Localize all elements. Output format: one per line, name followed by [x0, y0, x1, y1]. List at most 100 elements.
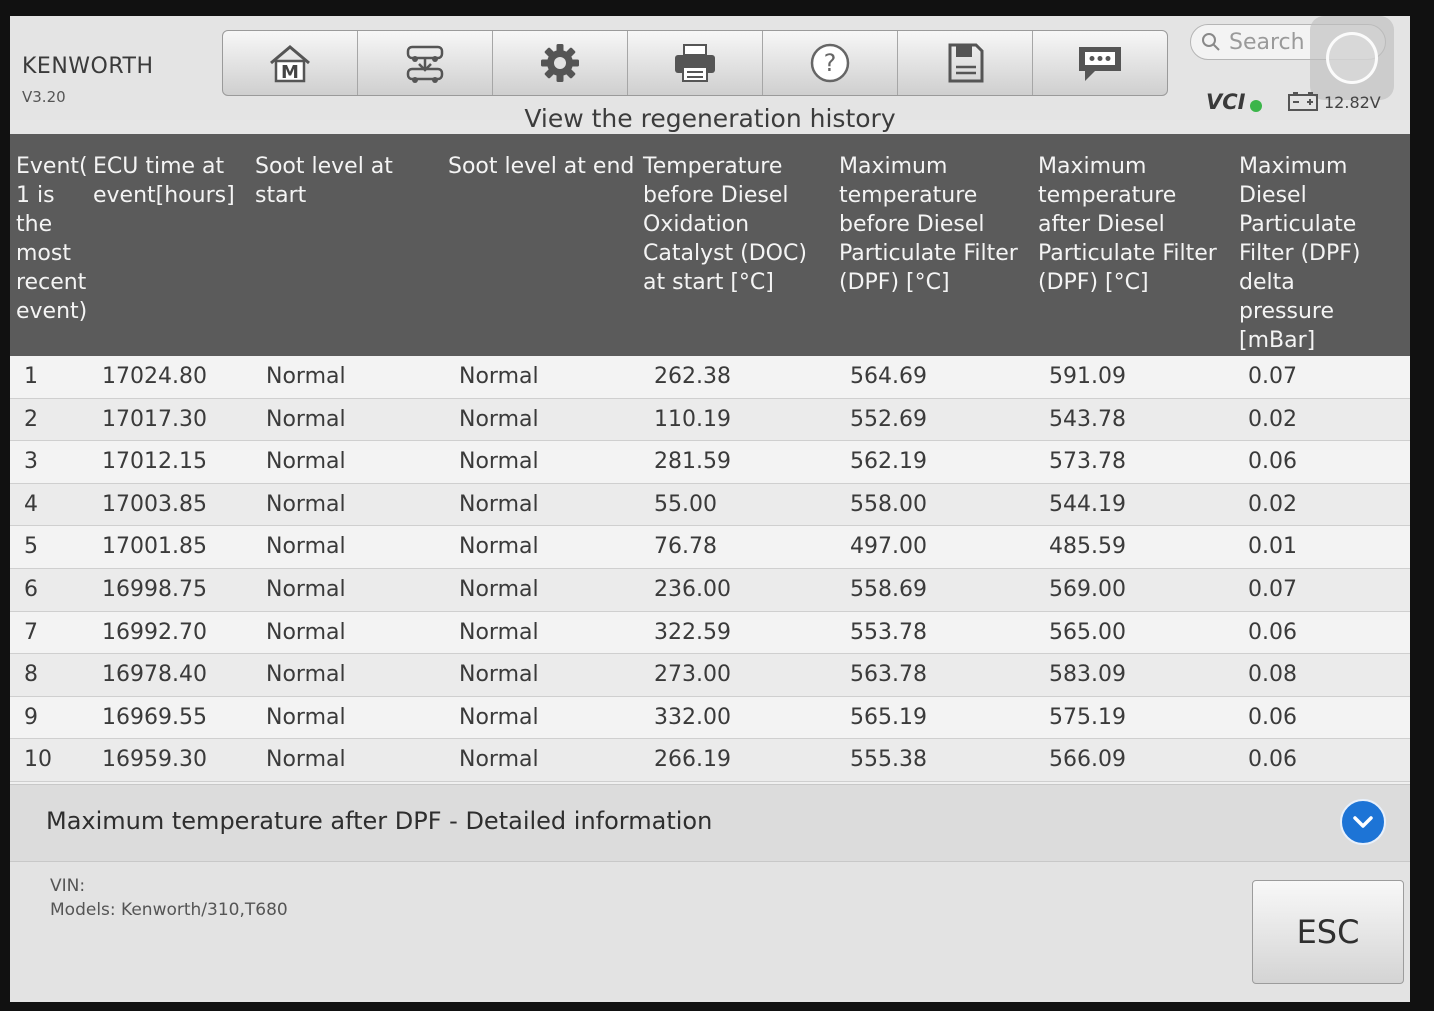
cell-max-temp-after-dpf: 569.00: [1049, 577, 1126, 602]
cell-dpf-delta-pressure: 0.06: [1248, 704, 1297, 730]
chat-icon: [1079, 47, 1121, 81]
cell-soot-start: Normal: [266, 406, 346, 432]
printer-icon: [675, 44, 715, 82]
cell-event-number: 10: [24, 747, 52, 773]
cell-max-temp-after-dpf: 573.78: [1049, 449, 1126, 475]
table-row[interactable]: 5 17001.85 Normal Normal 76.78 497.00 485.59 0.…: [10, 526, 1410, 569]
cell-ecu-time: 17003.85: [102, 491, 207, 517]
cell-soot-end: Normal: [459, 449, 539, 475]
cell-max-temp-after-dpf: 591.09: [1049, 364, 1126, 389]
cell-ecu-time: 17024.80: [102, 364, 207, 389]
message-button[interactable]: [1033, 31, 1167, 95]
cell-max-temp-before-dpf: 555.38: [850, 747, 927, 773]
footer: VIN: Models: Kenworth/310,T680 ESC: [10, 862, 1410, 1002]
table-body: 1 17024.80 Normal Normal 262.38 564.69 591.09 0…: [10, 356, 1410, 784]
cell-max-temp-after-dpf: 543.78: [1049, 406, 1126, 432]
cell-soot-end: Normal: [459, 534, 539, 560]
table-row[interactable]: 2 17017.30 Normal Normal 110.19 552.69 543.78 0…: [10, 398, 1410, 442]
cell-max-temp-before-dpf: 564.69: [850, 364, 927, 389]
cell-ecu-time: 16959.30: [102, 747, 207, 773]
cell-ecu-time: 17001.85: [102, 534, 207, 560]
settings-button[interactable]: [493, 31, 628, 95]
cell-ecu-time: 16998.75: [102, 577, 207, 602]
cell-max-temp-after-dpf: 544.19: [1049, 491, 1126, 517]
cell-soot-end: Normal: [459, 364, 539, 389]
cell-event-number: 1: [24, 364, 38, 389]
table-row[interactable]: 7 16992.70 Normal Normal 322.59 553.78 565.00 0…: [10, 611, 1410, 655]
save-button[interactable]: [898, 31, 1033, 95]
vehicle-brand: KENWORTH: [22, 54, 154, 79]
cell-soot-start: Normal: [266, 747, 346, 773]
cell-event-number: 5: [24, 534, 38, 560]
cell-dpf-delta-pressure: 0.07: [1248, 577, 1297, 602]
chevron-down-icon: [1353, 816, 1373, 828]
cell-ecu-time: 16992.70: [102, 619, 207, 645]
cell-event-number: 4: [24, 491, 38, 517]
table-row[interactable]: 1 17024.80 Normal Normal 262.38 564.69 591.09 0…: [10, 356, 1410, 399]
floating-assist-button[interactable]: [1310, 16, 1394, 100]
cell-soot-start: Normal: [266, 577, 346, 602]
column-header-max-temp-before-dpf: Maximum temperature before Diesel Partic…: [839, 154, 1018, 295]
cell-max-temp-before-dpf: 563.78: [850, 662, 927, 688]
column-header-doc-temp: Temperature before Diesel Oxidation Cata…: [643, 154, 807, 295]
cell-doc-temp: 273.00: [654, 662, 731, 688]
search-placeholder: Search: [1229, 29, 1305, 55]
cell-soot-start: Normal: [266, 534, 346, 560]
table-row[interactable]: 9 16969.55 Normal Normal 332.00 565.19 575.19 0…: [10, 696, 1410, 740]
table-row[interactable]: 8 16978.40 Normal Normal 273.00 563.78 583.09 0…: [10, 654, 1410, 697]
toolbar: M ?: [222, 30, 1168, 96]
save-icon: [948, 43, 984, 83]
esc-button[interactable]: ESC: [1252, 880, 1404, 984]
cell-soot-end: Normal: [459, 704, 539, 730]
print-button[interactable]: [628, 31, 763, 95]
cell-dpf-delta-pressure: 0.08: [1248, 662, 1297, 688]
cell-doc-temp: 281.59: [654, 449, 731, 475]
table-row[interactable]: 4 17003.85 Normal Normal 55.00 558.00 544.19 0.…: [10, 483, 1410, 527]
cell-event-number: 7: [24, 619, 38, 645]
cell-soot-end: Normal: [459, 577, 539, 602]
cell-max-temp-before-dpf: 565.19: [850, 704, 927, 730]
cell-doc-temp: 262.38: [654, 364, 731, 389]
cell-ecu-time: 16969.55: [102, 704, 207, 730]
help-button[interactable]: ?: [763, 31, 898, 95]
column-header-dpf-delta-pressure: Maximum Diesel Particulate Filter (DPF) …: [1239, 154, 1361, 353]
assist-ring-icon: [1326, 32, 1378, 84]
cell-max-temp-before-dpf: 562.19: [850, 449, 927, 475]
cell-max-temp-after-dpf: 583.09: [1049, 662, 1126, 688]
cell-dpf-delta-pressure: 0.01: [1248, 534, 1297, 560]
table-row[interactable]: 6 16998.75 Normal Normal 236.00 558.69 569.00 0…: [10, 569, 1410, 612]
cell-doc-temp: 332.00: [654, 704, 731, 730]
table-row[interactable]: 3 17012.15 Normal Normal 281.59 562.19 573.78 0…: [10, 441, 1410, 484]
cell-max-temp-before-dpf: 553.78: [850, 619, 927, 645]
models-label: Models: Kenworth/310,T680: [50, 900, 288, 920]
column-header-event: Event( 1 is the most recent event): [16, 154, 88, 324]
home-button[interactable]: M: [223, 31, 358, 95]
cell-soot-end: Normal: [459, 491, 539, 517]
cell-max-temp-after-dpf: 575.19: [1049, 704, 1126, 730]
table-row[interactable]: 10 16959.30 Normal Normal 266.19 555.38 566.09…: [10, 739, 1410, 782]
cell-dpf-delta-pressure: 0.02: [1248, 406, 1297, 432]
cell-doc-temp: 110.19: [654, 406, 731, 432]
home-m-icon: M: [270, 45, 310, 83]
cell-doc-temp: 236.00: [654, 577, 731, 602]
cell-max-temp-after-dpf: 485.59: [1049, 534, 1126, 560]
cell-soot-end: Normal: [459, 406, 539, 432]
expand-detail-button[interactable]: [1340, 799, 1386, 845]
cell-dpf-delta-pressure: 0.02: [1248, 491, 1297, 517]
cell-soot-start: Normal: [266, 364, 346, 389]
cell-doc-temp: 266.19: [654, 747, 731, 773]
top-bar: KENWORTH V3.20 M ? Search VCI 12.82V Vie…: [10, 16, 1410, 133]
cell-event-number: 9: [24, 704, 38, 730]
search-icon: [1202, 33, 1220, 51]
vin-label: VIN:: [50, 876, 86, 896]
cell-soot-start: Normal: [266, 491, 346, 517]
vehicle-swap-button[interactable]: [358, 31, 493, 95]
detail-info-bar[interactable]: Maximum temperature after DPF - Detailed…: [10, 784, 1410, 862]
cell-doc-temp: 322.59: [654, 619, 731, 645]
cell-max-temp-after-dpf: 565.00: [1049, 619, 1126, 645]
cell-dpf-delta-pressure: 0.06: [1248, 619, 1297, 645]
cell-doc-temp: 76.78: [654, 534, 717, 560]
cell-event-number: 6: [24, 577, 38, 602]
cell-soot-end: Normal: [459, 662, 539, 688]
cell-ecu-time: 16978.40: [102, 662, 207, 688]
